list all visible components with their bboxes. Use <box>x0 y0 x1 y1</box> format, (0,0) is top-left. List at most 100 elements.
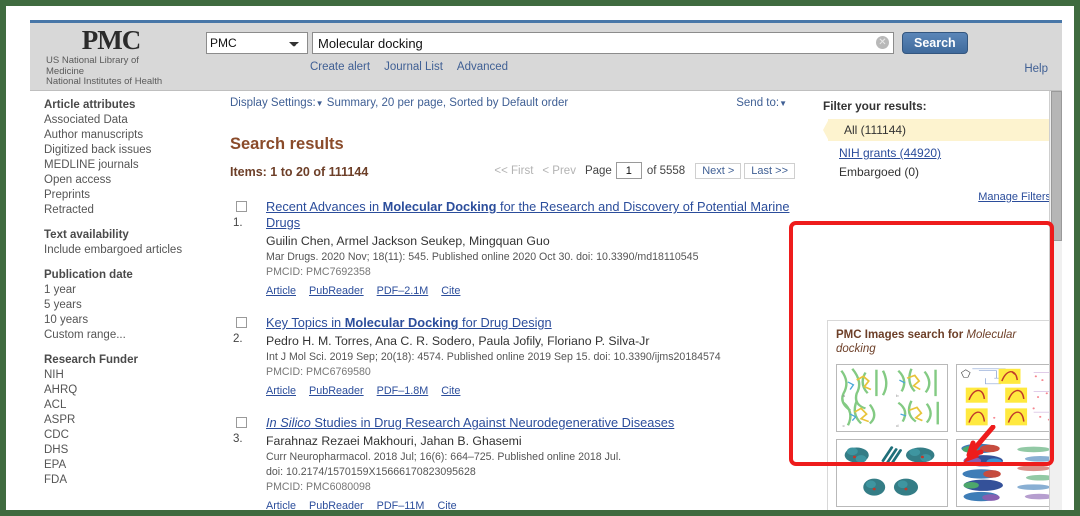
filter-item-1-year[interactable]: 1 year <box>44 283 199 298</box>
filter-item-acl[interactable]: ACL <box>44 398 199 413</box>
pmc-images-panel: PMC Images search for Molecular docking … <box>827 320 1062 510</box>
right-sidebar: Filter your results: All (111144) NIH gr… <box>823 99 1051 203</box>
result-number: 2. <box>233 333 243 345</box>
filter-item-5-years[interactable]: 5 years <box>44 298 199 313</box>
display-settings-button[interactable]: Display Settings: <box>230 97 316 109</box>
page-frame: PMC US National Library of Medicine Nati… <box>6 6 1074 510</box>
pdf-link[interactable]: PDF–11M <box>377 500 425 510</box>
result-citation-doi: doi: 10.2174/1570159X15666170823095628 <box>266 466 476 478</box>
filter-item-ahrq[interactable]: AHRQ <box>44 383 199 398</box>
cite-link[interactable]: Cite <box>437 500 456 510</box>
result-title-link[interactable]: In Silico Studies in Drug Research Again… <box>266 415 815 431</box>
teal-molecule-structures-thumbnail[interactable] <box>836 439 948 507</box>
vertical-scrollbar[interactable] <box>1049 91 1062 510</box>
filter-item-10-years[interactable]: 10 years <box>44 313 199 328</box>
protein-ribbon-green-thumbnail[interactable]: ab cd <box>836 364 948 432</box>
chevron-down-icon: ▼ <box>315 99 324 108</box>
pubreader-link[interactable]: PubReader <box>309 285 364 297</box>
page-label: Page <box>584 164 612 177</box>
create-alert-link[interactable]: Create alert <box>310 61 370 73</box>
pmc-page: PMC US National Library of Medicine Nati… <box>30 20 1062 510</box>
result-checkbox[interactable] <box>236 201 247 212</box>
search-input-wrapper: ✕ <box>312 32 894 54</box>
result-citation: Curr Neuropharmacol. 2018 Jul; 16(6): 66… <box>266 451 622 463</box>
manage-filters-link[interactable]: Manage Filters <box>978 191 1051 203</box>
logo-sub-line-1: US National Library of <box>46 55 139 66</box>
pdf-link[interactable]: PDF–1.8M <box>377 385 429 397</box>
nih-grants-link[interactable]: NIH grants (44920) <box>839 146 941 160</box>
filter-group-text-availability: Text availability Include embargoed arti… <box>44 229 199 258</box>
filter-item-epa[interactable]: EPA <box>44 458 199 473</box>
left-filter-sidebar: Article attributes Associated Data Autho… <box>44 99 199 499</box>
search-input[interactable] <box>312 32 894 54</box>
result-title-link[interactable]: Key Topics in Molecular Docking for Drug… <box>266 315 815 331</box>
filter-item-author-manuscripts[interactable]: Author manuscripts <box>44 128 199 143</box>
next-page-button[interactable]: Next > <box>695 162 742 179</box>
filter-item-dhs[interactable]: DHS <box>44 443 199 458</box>
filter-all-results[interactable]: All (111144) <box>823 119 1051 141</box>
pmc-logo[interactable]: PMC US National Library of Medicine Nati… <box>46 27 196 88</box>
scrollbar-thumb[interactable] <box>1051 91 1062 241</box>
manage-filters-row: Manage Filters <box>823 191 1051 203</box>
filter-item-cdc[interactable]: CDC <box>44 428 199 443</box>
cite-link[interactable]: Cite <box>441 385 460 397</box>
filter-item-include-embargoed[interactable]: Include embargoed articles <box>44 243 199 258</box>
result-checkbox[interactable] <box>236 317 247 328</box>
result-checkbox[interactable] <box>236 417 247 428</box>
svg-text:c: c <box>842 424 844 429</box>
article-link[interactable]: Article <box>266 385 296 397</box>
help-link[interactable]: Help <box>1024 63 1048 75</box>
pagination: << First < Prev Page of 5558 Next >Last >> <box>494 162 795 179</box>
filter-item-associated-data[interactable]: Associated Data <box>44 113 199 128</box>
title-italic: In Silico <box>266 415 311 430</box>
result-links: Article PubReader PDF–2.1M Cite <box>266 281 815 299</box>
database-select[interactable]: PMC <box>206 32 308 54</box>
multicolor-overlay-plots-thumbnail[interactable] <box>955 439 1062 507</box>
result-title-link[interactable]: Recent Advances in Molecular Docking for… <box>266 199 815 231</box>
filter-heading: Publication date <box>44 269 133 281</box>
filter-item-medline-journals[interactable]: MEDLINE journals <box>44 158 199 173</box>
filter-item-preprints[interactable]: Preprints <box>44 188 199 203</box>
chevron-down-icon: ▼ <box>779 99 787 108</box>
display-settings-row: Display Settings:▼ Summary, 20 per page,… <box>230 97 815 115</box>
filter-heading: Article attributes <box>44 99 136 111</box>
pdf-link[interactable]: PDF–2.1M <box>377 285 429 297</box>
title-part: Recent Advances in <box>266 199 383 214</box>
filter-item-aspr[interactable]: ASPR <box>44 413 199 428</box>
title-part: Studies in Drug Research Against Neurode… <box>310 415 675 430</box>
pubreader-link[interactable]: PubReader <box>309 500 364 510</box>
search-result-item: 1. Recent Advances in Molecular Docking … <box>230 199 815 299</box>
page-title: Search results <box>230 135 344 153</box>
article-link[interactable]: Article <box>266 500 296 510</box>
send-to-button[interactable]: Send to:▼ <box>736 97 787 109</box>
article-link[interactable]: Article <box>266 285 296 297</box>
pmc-logo-subtitle: US National Library of Medicine National… <box>46 55 196 88</box>
pmc-logo-text: PMC <box>81 25 141 55</box>
result-pmcid: PMCID: PMC6080098 <box>266 481 371 493</box>
last-page-button[interactable]: Last >> <box>744 162 795 179</box>
title-part: for Drug Design <box>458 315 552 330</box>
search-button[interactable]: Search <box>902 32 968 54</box>
journal-list-link[interactable]: Journal List <box>384 61 443 73</box>
filter-group-research-funder: Research Funder NIH AHRQ ACL ASPR CDC DH… <box>44 354 199 488</box>
result-number: 3. <box>233 433 243 445</box>
page-number-input[interactable] <box>615 162 642 179</box>
filter-item-fda[interactable]: FDA <box>44 473 199 488</box>
advanced-link[interactable]: Advanced <box>457 61 508 73</box>
cite-link[interactable]: Cite <box>441 285 460 297</box>
items-count: Items: 1 to 20 of 111144 <box>230 165 369 179</box>
result-number: 1. <box>233 217 243 229</box>
result-authors: Pedro H. M. Torres, Ana C. R. Sodero, Pa… <box>266 334 650 348</box>
filter-results-heading: Filter your results: <box>823 99 927 113</box>
title-highlight: Molecular Docking <box>344 315 459 330</box>
filter-item-nih[interactable]: NIH <box>44 368 199 383</box>
header-sublinks: Create alert Journal List Advanced <box>310 61 522 73</box>
clear-icon[interactable]: ✕ <box>876 36 889 49</box>
filter-item-custom-range[interactable]: Custom range... <box>44 328 199 343</box>
filter-item-open-access[interactable]: Open access <box>44 173 199 188</box>
pubreader-link[interactable]: PubReader <box>309 385 364 397</box>
filter-item-retracted[interactable]: Retracted <box>44 203 199 218</box>
filter-item-digitized-back-issues[interactable]: Digitized back issues <box>44 143 199 158</box>
yellow-highlighted-diagram-thumbnail[interactable] <box>955 364 1062 432</box>
result-pmcid: PMCID: PMC7692358 <box>266 266 371 278</box>
